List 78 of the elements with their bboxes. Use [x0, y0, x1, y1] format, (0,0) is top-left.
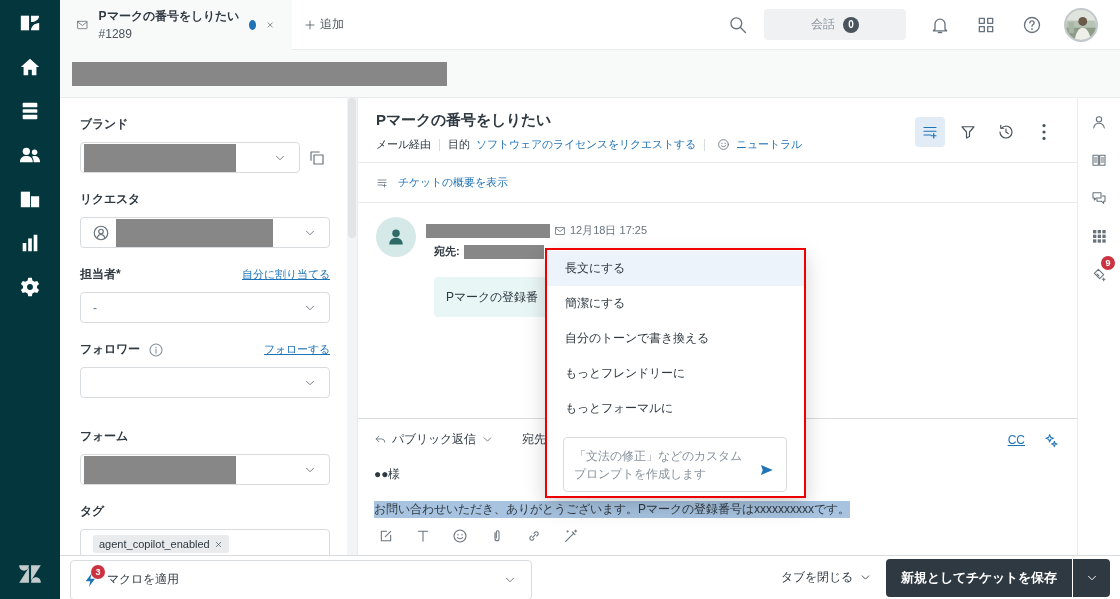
help-icon[interactable] — [1022, 14, 1042, 35]
summary-icon — [376, 176, 388, 189]
intent-link[interactable]: ソフトウェアのライセンスをリクエストする — [476, 137, 696, 152]
tags-field[interactable]: agent_copilot_enabled — [80, 529, 330, 555]
search-icon[interactable] — [728, 14, 748, 35]
field-label: リクエスタ — [80, 191, 140, 208]
menu-item[interactable]: もっとフレンドリーに — [547, 356, 804, 391]
emoji-icon[interactable] — [452, 528, 468, 544]
ticket-number: #1289 — [98, 27, 133, 41]
chat-icon[interactable] — [1091, 190, 1107, 206]
summary-button[interactable] — [915, 116, 945, 147]
menu-item[interactable]: もっとフォーマルに — [547, 391, 804, 426]
add-tab-button[interactable]: 追加 — [304, 16, 344, 33]
sparkle-icon[interactable] — [1043, 431, 1059, 448]
field-label: フォロワー — [80, 341, 140, 358]
info-icon[interactable] — [148, 341, 164, 358]
remove-icon[interactable] — [213, 539, 223, 549]
scrollbar[interactable] — [347, 98, 357, 555]
select-field[interactable] — [80, 142, 300, 173]
user-icon — [92, 223, 110, 242]
ticket-tab[interactable]: Pマークの番号をしりたい #1289 — [60, 0, 292, 50]
text-format-icon[interactable] — [415, 528, 431, 544]
close-tab-dropdown[interactable]: タブを閉じる — [781, 569, 872, 586]
sentiment-link[interactable]: ニュートラル — [736, 137, 802, 152]
summary-link[interactable]: チケットの概要を表示 — [398, 175, 508, 190]
field-label: タグ — [80, 503, 104, 520]
menu-item[interactable]: 簡潔にする — [547, 286, 804, 321]
menu-item[interactable]: 自分のトーンで書き換える — [547, 321, 804, 356]
select-field[interactable] — [80, 217, 330, 248]
edit-icon[interactable] — [378, 528, 394, 544]
mail-icon — [554, 224, 566, 237]
count-badge: 0 — [843, 16, 859, 33]
recipient-label: 宛先 — [522, 431, 546, 448]
select-field[interactable] — [80, 367, 330, 398]
save-button[interactable]: 新規としてチケットを保存 — [886, 558, 1072, 597]
select-value: - — [92, 300, 97, 315]
magic-wand-icon[interactable] — [563, 528, 579, 544]
apps-icon[interactable] — [1091, 228, 1107, 244]
field-label: ブランド — [80, 116, 128, 133]
reply-text: お問い合わせいただき、ありがとうございます。Pマークの登録番号はxxxxxxxxxxです。 — [374, 501, 850, 518]
select-field[interactable] — [80, 454, 330, 485]
timestamp: 12月18日 17:25 — [570, 223, 648, 238]
scrollbar-thumb[interactable] — [348, 98, 356, 238]
more-icon — [1042, 123, 1046, 140]
conversations-button[interactable]: 会話 0 — [764, 9, 906, 40]
message-text: Pマークの登録番 — [446, 288, 538, 306]
home-icon[interactable] — [19, 56, 41, 78]
count-badge: 9 — [1101, 256, 1115, 270]
ticket-title: Pマークの番号をしりたい — [376, 111, 552, 130]
ticket-icon[interactable] — [1091, 266, 1107, 282]
tab-title: Pマークの番号をしりたい — [98, 8, 239, 25]
field-label: フォーム — [80, 428, 128, 445]
reply-text: ●●様 — [374, 466, 401, 483]
intent-label: 目的 — [448, 137, 470, 152]
plus-icon — [304, 18, 316, 31]
smiley-icon — [717, 138, 730, 151]
save-options-button[interactable] — [1072, 558, 1110, 597]
field-link[interactable]: フォローする — [264, 342, 330, 357]
cc-link[interactable]: CC — [1007, 432, 1025, 447]
reply-mode-dropdown[interactable]: パブリック返信 — [374, 431, 494, 448]
user-icon[interactable] — [1091, 114, 1107, 130]
select-field[interactable]: - — [80, 292, 330, 323]
book-icon[interactable] — [1091, 152, 1107, 168]
count-badge: 3 — [91, 564, 105, 579]
macro-field[interactable]: 3 マクロを適用 — [70, 559, 532, 599]
tag[interactable]: agent_copilot_enabled — [93, 535, 229, 553]
reply-icon — [374, 433, 387, 446]
field-link[interactable]: 自分に割り当てる — [242, 267, 330, 282]
settings-icon[interactable] — [19, 276, 41, 298]
placeholder-text: 「文法の修正」などのカスタムプロンプトを作成します — [574, 447, 743, 483]
history-icon — [997, 122, 1015, 141]
macro-label: マクロを適用 — [107, 571, 179, 588]
menu-item[interactable]: 長文にする — [547, 251, 804, 286]
field-label: 担当者* — [80, 266, 121, 283]
link-icon[interactable] — [526, 528, 542, 544]
recipient-label: 宛先: — [434, 244, 460, 259]
person-icon — [387, 228, 405, 246]
channel-text: メール経由 — [376, 137, 431, 152]
